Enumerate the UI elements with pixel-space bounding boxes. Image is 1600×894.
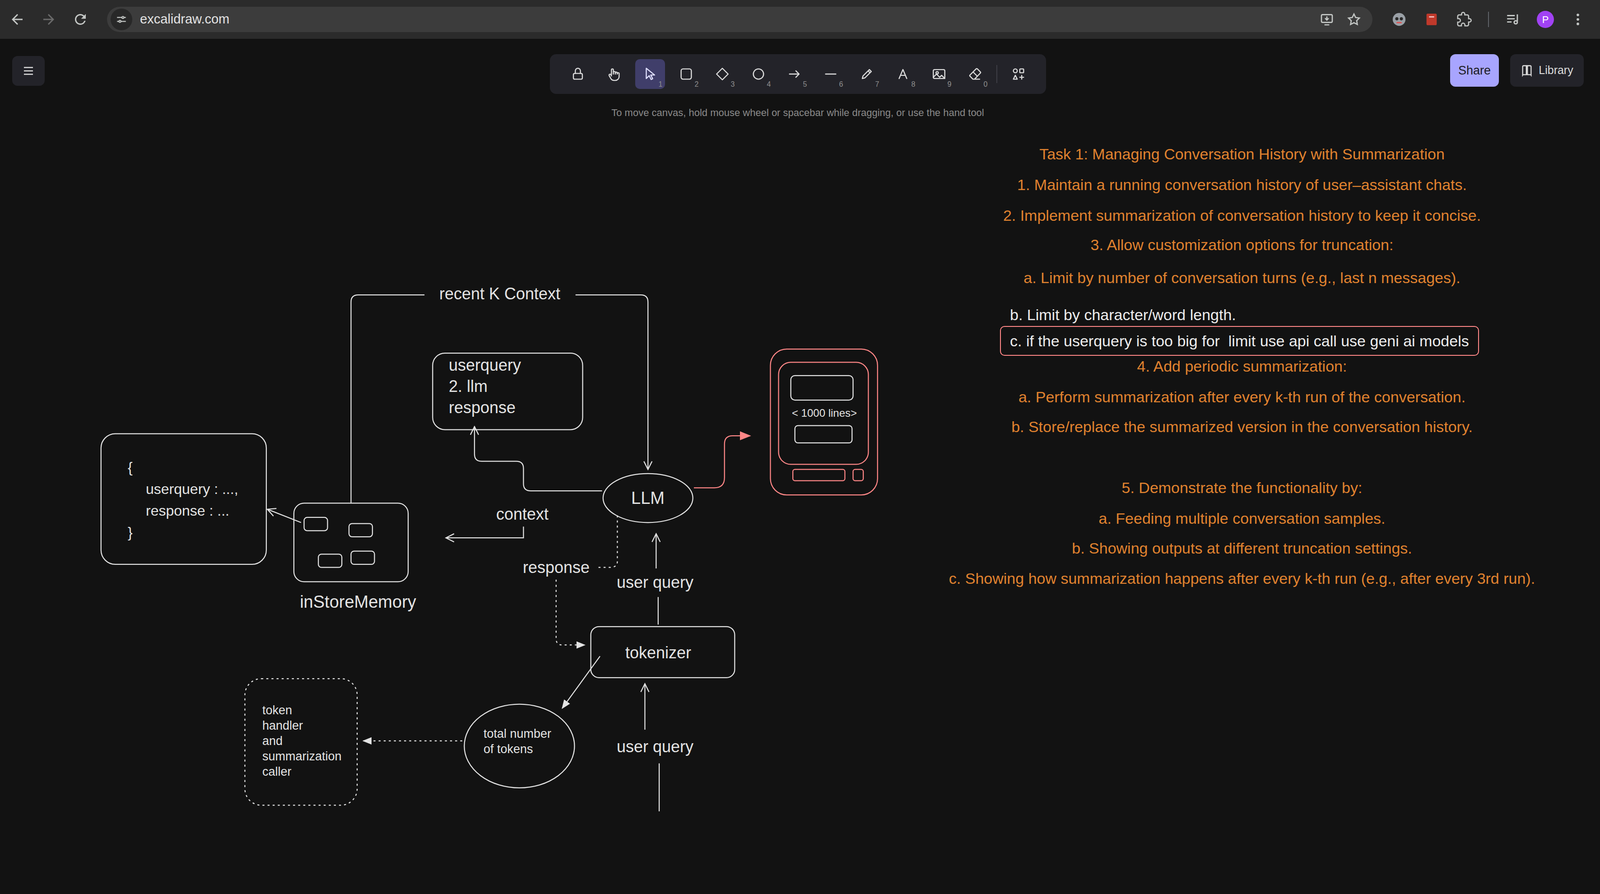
library-button[interactable]: Library xyxy=(1510,54,1584,87)
lock-icon xyxy=(569,65,587,83)
tool-shortcut: 2 xyxy=(694,80,699,89)
text-icon xyxy=(894,65,912,83)
extension-icon[interactable] xyxy=(1382,3,1416,36)
browser-menu-icon[interactable] xyxy=(1561,3,1595,36)
main-menu-icon[interactable] xyxy=(12,55,45,86)
back-icon[interactable] xyxy=(1,3,33,36)
tool-button[interactable]: 8 xyxy=(888,59,918,89)
canvas-hint: To move canvas, hold mouse wheel or spac… xyxy=(481,106,1114,120)
tool-button[interactable]: 5 xyxy=(779,59,810,89)
extensions-puzzle-icon[interactable] xyxy=(1447,3,1481,36)
tool-button[interactable]: 2 xyxy=(671,59,702,89)
user-query-input-label[interactable]: user query xyxy=(616,736,694,757)
task-line[interactable]: b. Store/replace the summarized version … xyxy=(1011,417,1473,437)
extra-icon xyxy=(1009,65,1028,83)
library-book-icon xyxy=(1520,64,1534,77)
token-count-node[interactable]: total number of tokens xyxy=(483,725,552,757)
tool-button[interactable]: 7 xyxy=(851,59,882,89)
tool-button[interactable]: 3 xyxy=(707,59,738,89)
toolbar-separator xyxy=(996,65,998,84)
api-model-label[interactable]: < 1000 lines> xyxy=(791,406,857,420)
tool-button[interactable] xyxy=(562,59,593,89)
eraser-icon xyxy=(966,65,984,83)
share-button[interactable]: Share xyxy=(1450,54,1499,87)
tool-button[interactable] xyxy=(1003,59,1034,89)
tool-button[interactable]: 6 xyxy=(815,59,846,89)
tool-button[interactable]: 1 xyxy=(635,59,666,89)
arrow-icon xyxy=(786,65,804,83)
task-line[interactable]: Task 1: Managing Conversation History wi… xyxy=(1039,144,1445,164)
memory-store-label[interactable]: inStoreMemory xyxy=(299,591,417,612)
tool-button[interactable]: 9 xyxy=(924,59,954,89)
context-label[interactable]: context xyxy=(496,504,549,525)
context-box[interactable]: userquery 2. llm response xyxy=(448,354,521,419)
star-icon[interactable] xyxy=(1340,8,1368,31)
address-bar[interactable]: excalidraw.com xyxy=(106,6,1373,33)
tool-shortcut: 5 xyxy=(803,80,808,89)
diamond-icon xyxy=(713,65,731,83)
task-line[interactable]: 4. Add periodic summarization: xyxy=(1137,356,1348,376)
tool-button[interactable]: 4 xyxy=(743,59,774,89)
tool-shortcut: 1 xyxy=(658,80,663,89)
tool-shortcut: 0 xyxy=(983,80,988,89)
url-text[interactable]: excalidraw.com xyxy=(139,9,230,30)
site-info-icon[interactable] xyxy=(110,8,133,31)
tool-shortcut: 7 xyxy=(875,80,880,89)
response-label[interactable]: response xyxy=(522,557,590,578)
tool-button[interactable]: 0 xyxy=(960,59,991,89)
tool-shortcut: 9 xyxy=(947,80,952,89)
image-icon xyxy=(930,65,948,83)
tool-shortcut: 4 xyxy=(767,80,772,89)
tool-shortcut: 6 xyxy=(839,80,844,89)
task-line[interactable]: b. Showing outputs at different truncati… xyxy=(1071,538,1413,558)
memory-record[interactable]: { userquery : ..., response : ... } xyxy=(127,456,239,544)
media-control-icon[interactable] xyxy=(1496,3,1530,36)
extension-icon[interactable] xyxy=(1415,3,1448,36)
profile-avatar[interactable]: P xyxy=(1529,3,1562,36)
tool-shortcut: 3 xyxy=(730,80,735,89)
task-line[interactable]: a. Limit by number of conversation turns… xyxy=(1023,268,1461,288)
task-line[interactable]: a. Perform summarization after every k-t… xyxy=(1018,387,1466,407)
reload-icon[interactable] xyxy=(64,3,97,36)
toolbar: 1 2 3 4 5 6 7 8 9 0 xyxy=(549,54,1047,94)
toolbar-separator xyxy=(1480,3,1497,36)
diagram-canvas[interactable] xyxy=(0,0,1600,894)
task-line[interactable]: 2. Implement summarization of conversati… xyxy=(1003,205,1481,225)
task-line[interactable]: a. Feeding multiple conversation samples… xyxy=(1098,508,1386,528)
tool-shortcut: 8 xyxy=(911,80,916,89)
page: excalidraw.com P xyxy=(0,0,1600,894)
recent-context-label[interactable]: recent K Context xyxy=(439,283,561,304)
hand-icon xyxy=(605,65,623,83)
line-icon xyxy=(822,65,840,83)
forward-icon[interactable] xyxy=(32,3,65,36)
task-line[interactable]: c. if the userquery is too big for limit… xyxy=(1000,325,1480,356)
ellipse-icon xyxy=(749,65,768,83)
library-label[interactable]: Library xyxy=(1538,61,1573,80)
browser-bar: excalidraw.com P xyxy=(0,0,1600,39)
profile-initial[interactable]: P xyxy=(1536,10,1554,28)
rectangle-icon xyxy=(677,65,695,83)
task-line[interactable]: 1. Maintain a running conversation histo… xyxy=(1017,175,1467,195)
tokenizer-node[interactable]: tokenizer xyxy=(625,642,692,663)
select-icon xyxy=(641,65,659,83)
token-handler-node[interactable]: token handler and summarization caller xyxy=(262,702,342,780)
task-line[interactable]: 3. Allow customization options for trunc… xyxy=(1090,235,1394,255)
llm-node[interactable]: LLM xyxy=(631,488,665,508)
task-line[interactable]: b. Limit by character/word length. xyxy=(1009,305,1237,325)
task-line[interactable]: 5. Demonstrate the functionality by: xyxy=(1121,478,1363,498)
tool-button[interactable] xyxy=(599,59,629,89)
draw-icon xyxy=(858,65,876,83)
install-icon[interactable] xyxy=(1313,8,1341,31)
user-query-label[interactable]: user query xyxy=(616,572,694,593)
task-line[interactable]: c. Showing how summarization happens aft… xyxy=(948,568,1535,588)
